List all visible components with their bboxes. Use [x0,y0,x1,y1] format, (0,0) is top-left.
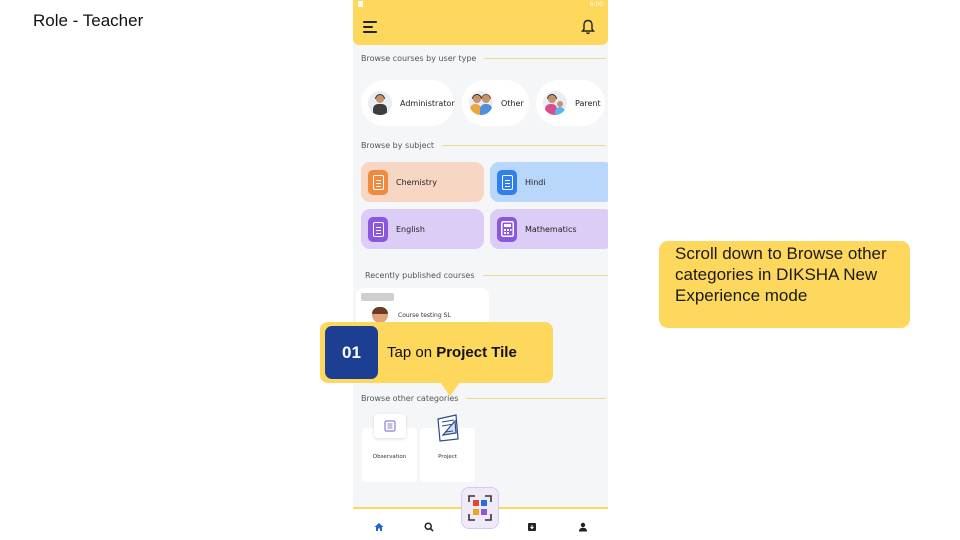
subject-label: Chemistry [396,177,437,187]
group-avatar-icon [469,91,493,115]
profile-icon[interactable] [578,522,588,532]
instruction-note: Scroll down to Browse other categories i… [659,241,910,328]
calculator-icon [497,216,517,242]
section-title-user-type: Browse courses by user type [361,54,606,63]
app-header: 6:00 [353,0,608,45]
callout-pointer [440,382,460,396]
tutorial-slide: Role - Teacher 6:00 Browse courses by us… [0,0,960,540]
observation-icon [374,414,406,438]
category-label: Project [438,454,457,460]
phone-screen: 6:00 Browse courses by user type Adminis… [353,0,608,540]
bell-icon[interactable] [581,19,595,35]
section-title-subject: Browse by subject [361,141,606,150]
user-type-administrator[interactable]: Administrator [361,80,455,126]
section-title-text: Recently published courses [365,271,475,280]
status-time: 6:00 [589,1,603,8]
user-type-other[interactable]: Other [462,80,529,126]
step-instruction-target: Project Tile [436,344,517,361]
book-icon [497,169,517,195]
section-title-recent: Recently published courses [365,271,608,280]
subject-label: Hindi [525,177,546,187]
course-title: Course testing SL [398,312,451,319]
step-instruction: Tap on Project Tile [387,344,517,361]
subject-label: English [396,224,425,234]
downloads-icon[interactable] [527,522,537,532]
subject-tile-chemistry[interactable]: Chemistry [361,162,484,202]
subject-tile-mathematics[interactable]: Mathematics [490,209,608,249]
category-label: Observation [372,454,407,460]
search-icon[interactable] [424,522,434,532]
section-title-text: Browse by subject [361,141,435,150]
step-callout: 01 Tap on Project Tile [320,322,553,383]
status-bar: 6:00 [358,1,603,9]
role-label: Role - Teacher [33,11,144,30]
course-avatar-icon [372,307,388,323]
user-type-parent[interactable]: Parent [536,80,605,126]
user-type-label: Parent [575,98,601,108]
project-icon [432,412,464,444]
book-icon [368,169,388,195]
subject-tile-english[interactable]: English [361,209,484,249]
section-title-text: Browse courses by user type [361,54,477,63]
user-type-label: Other [501,98,524,108]
qr-scan-icon [468,495,492,521]
step-number: 01 [325,326,378,379]
book-icon [368,216,388,242]
battery-icon [358,1,363,7]
subject-tile-hindi[interactable]: Hindi [490,162,608,202]
qr-scan-button[interactable] [461,487,499,529]
menu-icon[interactable] [363,21,377,34]
step-instruction-prefix: Tap on [387,344,437,361]
course-thumbnail [361,293,394,301]
subject-label: Mathematics [525,224,577,234]
user-type-label: Administrator [400,98,455,108]
administrator-avatar-icon [368,91,392,115]
section-title-other: Browse other categories [361,394,606,403]
home-icon[interactable] [374,522,384,532]
parent-avatar-icon [543,91,567,115]
